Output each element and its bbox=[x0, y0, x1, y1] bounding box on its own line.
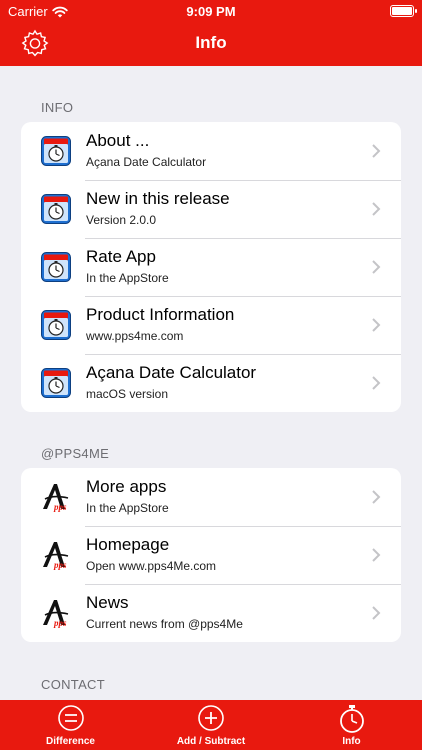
calculator-app-icon bbox=[41, 252, 71, 282]
tab-difference[interactable]: Difference bbox=[0, 700, 141, 750]
row-rate-app[interactable]: Rate App In the AppStore bbox=[21, 238, 401, 296]
row-homepage[interactable]: pps Homepage Open www.pps4Me.com bbox=[21, 526, 401, 584]
row-subtitle: In the AppStore bbox=[86, 271, 169, 285]
calculator-app-icon bbox=[41, 368, 71, 398]
status-bar: Carrier 9:09 PM bbox=[0, 0, 422, 22]
pps-logo-icon: pps bbox=[43, 542, 69, 570]
svg-text:pps: pps bbox=[53, 502, 67, 512]
row-subtitle: In the AppStore bbox=[86, 501, 169, 515]
svg-text:pps: pps bbox=[53, 618, 67, 628]
section-header-contact: CONTACT bbox=[41, 677, 105, 692]
page-title: Info bbox=[195, 33, 227, 52]
pps4me-group: pps More apps In the AppStore pps Homepa… bbox=[21, 468, 401, 642]
row-subtitle: Open www.pps4Me.com bbox=[86, 559, 217, 573]
row-more-apps[interactable]: pps More apps In the AppStore bbox=[21, 468, 401, 526]
row-title: More apps bbox=[86, 477, 167, 496]
navigation-bar: Info bbox=[0, 22, 422, 66]
row-subtitle: Current news from @pps4Me bbox=[86, 617, 243, 631]
tab-label: Info bbox=[342, 736, 361, 747]
calculator-app-icon bbox=[41, 136, 71, 166]
chevron-right-icon bbox=[372, 490, 381, 504]
status-time: 9:09 PM bbox=[186, 4, 236, 19]
tab-label: Difference bbox=[46, 736, 95, 747]
section-header-pps4me: @PPS4ME bbox=[41, 446, 110, 461]
tab-add-subtract[interactable]: Add / Subtract bbox=[141, 700, 281, 750]
section-header-info: INFO bbox=[41, 100, 74, 115]
tab-bar: Difference Add / Subtract Info bbox=[0, 700, 422, 750]
chevron-right-icon bbox=[372, 260, 381, 274]
pps-logo-icon: pps bbox=[43, 484, 69, 512]
tab-info[interactable]: Info bbox=[281, 700, 422, 750]
row-news[interactable]: pps News Current news from @pps4Me bbox=[21, 584, 401, 642]
row-subtitle: Version 2.0.0 bbox=[86, 213, 157, 227]
row-new-in-release[interactable]: New in this release Version 2.0.0 bbox=[21, 180, 401, 238]
pps-logo-icon: pps bbox=[43, 600, 69, 628]
row-about[interactable]: About ... Açana Date Calculator bbox=[21, 122, 401, 180]
difference-icon bbox=[57, 705, 84, 731]
row-subtitle: macOS version bbox=[86, 387, 169, 401]
tab-label: Add / Subtract bbox=[176, 736, 246, 747]
chevron-right-icon bbox=[372, 606, 381, 620]
chevron-right-icon bbox=[372, 548, 381, 562]
row-title: Product Information bbox=[86, 305, 235, 324]
chevron-right-icon bbox=[372, 144, 381, 158]
row-title: About ... bbox=[86, 131, 150, 150]
row-title: Rate App bbox=[86, 247, 156, 266]
svg-text:pps: pps bbox=[53, 560, 67, 570]
row-title: New in this release bbox=[86, 189, 230, 208]
info-group: About ... Açana Date Calculator New in t… bbox=[21, 122, 401, 412]
row-product-information[interactable]: Product Information www.pps4me.com bbox=[21, 296, 401, 354]
battery-icon bbox=[390, 5, 417, 17]
row-macos-version[interactable]: Açana Date Calculator macOS version bbox=[21, 354, 401, 412]
info-list: INFO About ... Açana Date Calculator New… bbox=[0, 66, 422, 700]
row-title: Homepage bbox=[86, 535, 170, 554]
add-subtract-icon bbox=[198, 705, 224, 731]
chevron-right-icon bbox=[372, 376, 381, 390]
calculator-app-icon bbox=[41, 194, 71, 224]
stopwatch-icon bbox=[339, 705, 364, 733]
chevron-right-icon bbox=[372, 202, 381, 216]
calculator-app-icon bbox=[41, 310, 71, 340]
row-subtitle: www.pps4me.com bbox=[86, 329, 184, 343]
chevron-right-icon bbox=[372, 318, 381, 332]
row-title: Açana Date Calculator bbox=[86, 363, 257, 382]
row-title: News bbox=[86, 593, 129, 612]
row-subtitle: Açana Date Calculator bbox=[86, 155, 207, 169]
